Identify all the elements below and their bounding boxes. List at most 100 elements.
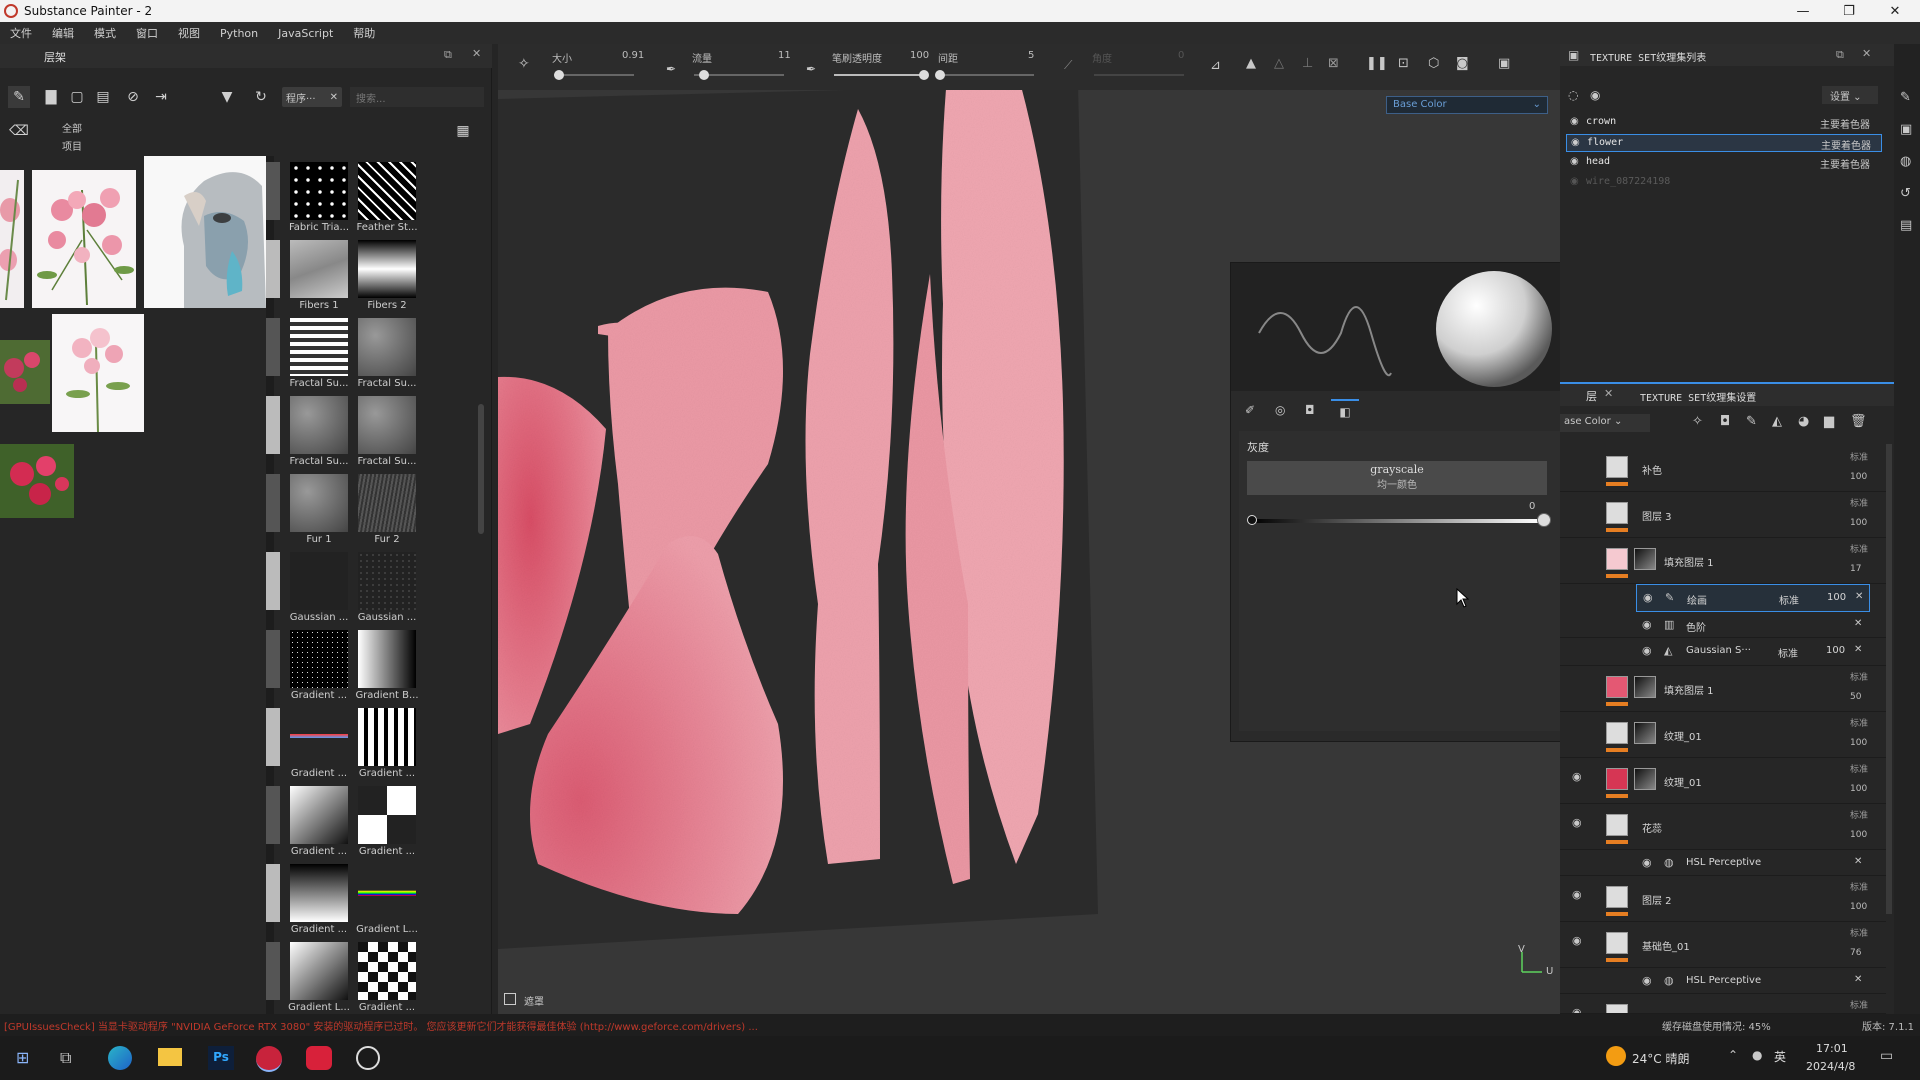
procedural-thumbnail[interactable] (358, 864, 416, 922)
blend-mode[interactable]: 标准 (1850, 926, 1868, 939)
brush-settings-icon[interactable]: ✎ (1900, 90, 1911, 105)
close-button[interactable]: ✕ (1872, 0, 1918, 22)
size-slider[interactable] (554, 74, 634, 76)
eye-icon[interactable]: ◉ (1590, 88, 1600, 102)
size-value[interactable]: 0.91 (622, 50, 644, 61)
remove-effect-icon[interactable]: ✕ (1854, 618, 1862, 629)
spacing-slider-handle[interactable] (935, 70, 945, 80)
screenshot-icon[interactable]: ▣ (1498, 56, 1510, 71)
brush-tab-icon[interactable]: ✐ (1245, 403, 1255, 417)
layer-channel-dropdown[interactable]: ase Color ⌄ (1560, 414, 1650, 432)
opacity-value[interactable]: 100 (1850, 738, 1867, 748)
remove-effect-icon[interactable]: ✕ (1855, 591, 1863, 602)
tab-texture-set-settings[interactable]: TEXTURE SET纹理集设置 (1640, 389, 1756, 404)
layer-effect-row[interactable]: ◉ ◍ HSL Perceptive ✕ (1560, 968, 1886, 994)
grayscale-preset-button[interactable]: grayscale 均一颜色 (1247, 461, 1547, 495)
file-explorer-icon[interactable] (158, 1048, 182, 1066)
add-effect-icon[interactable]: ✧ (1692, 414, 1703, 429)
pen-pressure-icon[interactable]: ✒ (806, 62, 816, 76)
size-slider-handle[interactable] (554, 70, 564, 80)
layer-row[interactable]: ◉ 纹理_01 标准 100 (1560, 758, 1886, 804)
blend-mode[interactable]: 标准 (1850, 880, 1868, 893)
grid-view-icon[interactable]: ▦ (452, 120, 474, 142)
microphone-icon[interactable]: ● (1752, 1048, 1762, 1062)
blend-mode[interactable]: 标准 (1850, 716, 1868, 729)
float-icon[interactable]: ⧉ (1836, 48, 1844, 62)
opacity-slider[interactable] (834, 74, 924, 76)
flow-slider-handle[interactable] (699, 70, 709, 80)
close-tab-icon[interactable]: ✕ (1604, 387, 1613, 400)
start-icon[interactable]: ⊞ (16, 1048, 29, 1067)
alpha-tab-icon[interactable]: ◎ (1275, 403, 1285, 417)
layer-row[interactable]: 填充图层 1 标准 50 (1560, 666, 1886, 712)
close-panel-icon[interactable]: ✕ (1862, 47, 1871, 60)
eye-icon[interactable]: ◉ (1570, 176, 1579, 187)
visibility-eye-icon[interactable]: ◉ (1572, 816, 1582, 829)
procedural-thumbnail-partial[interactable] (266, 552, 280, 610)
procedural-thumbnail-partial[interactable] (266, 864, 280, 922)
procedural-thumbnail[interactable] (290, 864, 348, 922)
save-icon[interactable]: ▤ (92, 86, 114, 108)
add-mask-icon[interactable]: ◘ (1720, 414, 1730, 429)
material-tab-icon[interactable]: ◧ (1331, 399, 1359, 423)
mirror-icon[interactable]: ▲ (1246, 56, 1256, 71)
mask-thumbnail[interactable] (1634, 768, 1656, 790)
mask-thumbnail[interactable] (1634, 676, 1656, 698)
color-picker-icon[interactable] (1537, 513, 1551, 527)
layer-scrollbar[interactable] (1886, 444, 1892, 914)
minimize-button[interactable]: — (1780, 0, 1826, 22)
procedural-thumbnail[interactable] (290, 318, 348, 376)
procedural-thumbnail[interactable] (358, 318, 416, 376)
opacity-value[interactable]: 17 (1850, 564, 1861, 574)
eraser-tool-icon[interactable]: ⌫ (8, 120, 30, 142)
blend-mode[interactable]: 标准 (1779, 592, 1799, 607)
stencil-tab-icon[interactable]: ◘ (1305, 403, 1315, 417)
edge-icon[interactable] (108, 1046, 132, 1070)
procedural-thumbnail-partial[interactable] (266, 474, 280, 532)
camera-fit-icon[interactable]: ⊡ (1398, 56, 1409, 71)
pause-icon[interactable]: ❚❚ (1366, 56, 1388, 71)
opacity-value[interactable]: 100 (1850, 830, 1867, 840)
layer-effect-row[interactable]: ◉ ◭ Gaussian S··· 标准 100 ✕ (1560, 638, 1886, 666)
layer-effect-row[interactable]: ◉ ▥ 色阶 ✕ (1560, 612, 1886, 638)
procedural-thumbnail[interactable] (358, 396, 416, 454)
visibility-eye-icon[interactable]: ◉ (1572, 1006, 1582, 1013)
layer-row[interactable]: ◉ 花蕊 标准 100 (1560, 804, 1886, 850)
pen-pressure-icon[interactable]: ✒ (666, 62, 676, 76)
blend-mode[interactable]: 标准 (1850, 762, 1868, 775)
category-project[interactable]: 项目 (62, 138, 82, 153)
procedural-thumbnail[interactable] (358, 630, 416, 688)
notification-icon[interactable]: ▭ (1880, 1048, 1893, 1064)
log-icon[interactable]: ▤ (1900, 218, 1912, 233)
menu-edit[interactable]: 编辑 (42, 25, 84, 41)
layer-row[interactable]: 补色 标准 100 (1560, 446, 1886, 492)
layer-row[interactable]: 纹理_01 标准 100 (1560, 712, 1886, 758)
procedural-thumbnail[interactable] (358, 942, 416, 1000)
procedural-thumbnail[interactable] (358, 162, 416, 220)
procedural-thumbnail[interactable] (290, 396, 348, 454)
blend-mode[interactable]: 标准 (1850, 998, 1868, 1011)
reset-icon[interactable]: ↻ (250, 86, 272, 108)
procedural-thumbnail[interactable] (290, 552, 348, 610)
remove-effect-icon[interactable]: ✕ (1854, 974, 1862, 985)
visibility-eye-icon[interactable]: ◉ (1572, 888, 1582, 901)
procedural-thumbnail-partial[interactable] (266, 318, 280, 376)
hide-icon[interactable]: ⊘ (122, 86, 144, 108)
category-all[interactable]: 全部 (62, 120, 82, 135)
close-panel-icon[interactable]: ✕ (472, 47, 481, 60)
visibility-eye-icon[interactable]: ◉ (1642, 856, 1652, 869)
grayscale-slider[interactable] (1251, 519, 1541, 523)
layer-effect-row[interactable]: ◉ ◍ HSL Perceptive ✕ (1560, 850, 1886, 876)
procedural-thumbnail[interactable] (290, 708, 348, 766)
spacing-slider[interactable] (940, 74, 1034, 76)
display-settings-icon[interactable]: ◍ (1900, 154, 1911, 169)
visibility-eye-icon[interactable]: ◉ (1642, 618, 1652, 631)
procedural-thumbnail-partial[interactable] (266, 630, 280, 688)
visibility-eye-icon[interactable]: ◉ (1572, 934, 1582, 947)
angle-slider[interactable] (1094, 74, 1184, 76)
opacity-value[interactable]: 50 (1850, 692, 1861, 702)
substance-painter-icon[interactable] (256, 1046, 282, 1072)
procedural-thumbnail[interactable] (290, 630, 348, 688)
angle-value[interactable]: 0 (1178, 50, 1184, 61)
layer-row[interactable]: 图层 3 标准 100 (1560, 492, 1886, 538)
